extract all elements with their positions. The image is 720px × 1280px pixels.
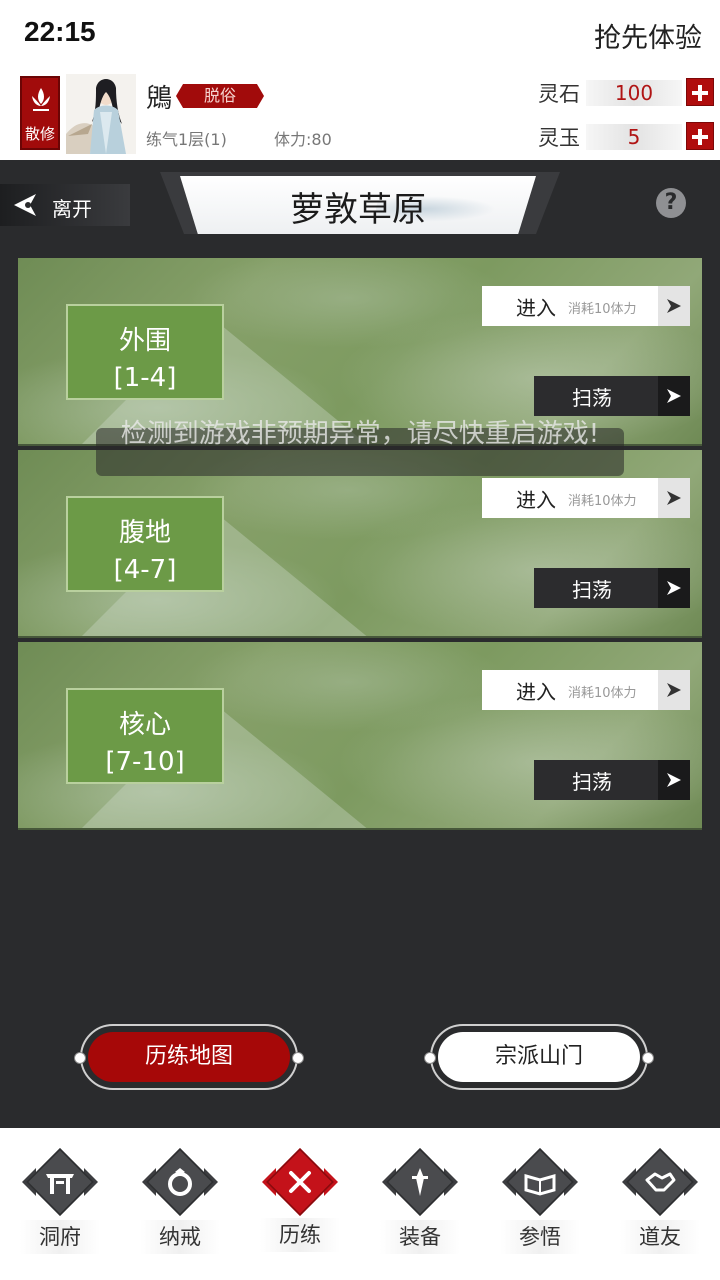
clock: 22:15 bbox=[24, 16, 96, 47]
sweep-label: 扫荡 bbox=[572, 386, 612, 410]
handshake-icon bbox=[645, 1172, 676, 1192]
arrow-right-icon bbox=[667, 683, 681, 697]
zone-label: 核心 [7-10] bbox=[66, 688, 224, 784]
early-access-label[interactable]: 抢先体验 bbox=[594, 16, 702, 55]
cave-gate-icon bbox=[46, 1174, 74, 1194]
arrow-right-icon bbox=[667, 581, 681, 595]
sweep-button[interactable]: 扫荡 bbox=[534, 760, 690, 800]
zone-name: 腹地 bbox=[118, 518, 171, 548]
sweep-label: 扫荡 bbox=[572, 578, 612, 602]
spirit-stone-value: 100 bbox=[586, 80, 682, 106]
help-button[interactable]: ? bbox=[656, 188, 686, 218]
enter-button[interactable]: 进入 消耗10体力 bbox=[482, 286, 690, 326]
sweep-button[interactable]: 扫荡 bbox=[534, 568, 690, 608]
sweep-button[interactable]: 扫荡 bbox=[534, 376, 690, 416]
error-toast: 检测到游戏非预期异常，请尽快重启游戏! bbox=[120, 419, 600, 449]
enter-button[interactable]: 进入 消耗10体力 bbox=[482, 670, 690, 710]
zone-name: 核心 bbox=[118, 710, 171, 740]
player-name: 鶂 bbox=[146, 84, 173, 114]
stamina-cost: 消耗10体力 bbox=[568, 494, 637, 509]
leave-button[interactable]: 离开 bbox=[0, 184, 130, 226]
spirit-stone-label: 灵石 bbox=[538, 82, 580, 106]
spirit-jade-resource: 灵玉 5 bbox=[538, 122, 714, 152]
arrow-right-icon bbox=[667, 773, 681, 787]
title-bar: 离开 萝敦草原 ? bbox=[0, 172, 720, 238]
nav-label: 道友 bbox=[620, 1220, 700, 1254]
arrow-right-icon bbox=[667, 299, 681, 313]
ring-icon bbox=[168, 1168, 192, 1196]
zone-level-range: [7-10] bbox=[105, 747, 185, 777]
zone-level-range: [4-7] bbox=[113, 555, 177, 585]
zone-card-hinterland: 腹地 [4-7] 进入 消耗10体力 扫荡 bbox=[18, 450, 702, 638]
page-title: 萝敦草原 bbox=[290, 190, 426, 230]
rank-tag: 脱俗 bbox=[176, 84, 264, 108]
sect-badge-label: 散修 bbox=[24, 125, 55, 143]
nav-equipment[interactable]: 装备 bbox=[360, 1128, 480, 1280]
nav-label: 历练 bbox=[260, 1218, 340, 1252]
zone-label: 外围 [1-4] bbox=[66, 304, 224, 400]
nav-label: 洞府 bbox=[20, 1220, 100, 1254]
add-spirit-stone-button[interactable] bbox=[686, 78, 714, 106]
zone-level-range: [1-4] bbox=[113, 363, 177, 393]
enter-button[interactable]: 进入 消耗10体力 bbox=[482, 478, 690, 518]
sweep-label: 扫荡 bbox=[572, 770, 612, 794]
nav-ring[interactable]: 纳戒 bbox=[120, 1128, 240, 1280]
cultivation-realm: 练气1层(1) bbox=[146, 130, 227, 149]
training-map-button[interactable]: 历练地图 bbox=[74, 1024, 304, 1090]
stamina-value: 体力:80 bbox=[274, 130, 332, 149]
sect-gate-label: 宗派山门 bbox=[438, 1032, 640, 1082]
sect-badge[interactable]: 散修 bbox=[20, 76, 60, 150]
spirit-jade-value: 5 bbox=[586, 124, 682, 150]
sect-gate-button[interactable]: 宗派山门 bbox=[424, 1024, 654, 1090]
spirit-jade-label: 灵玉 bbox=[538, 126, 580, 150]
enter-label: 进入 bbox=[516, 488, 556, 512]
add-spirit-jade-button[interactable] bbox=[686, 122, 714, 150]
crossed-swords-icon bbox=[289, 1171, 311, 1193]
arrow-right-icon bbox=[667, 389, 681, 403]
nav-training[interactable]: 历练 bbox=[240, 1128, 360, 1280]
nav-comprehend[interactable]: 参悟 bbox=[480, 1128, 600, 1280]
zone-name: 外围 bbox=[118, 326, 171, 356]
nav-label: 装备 bbox=[380, 1220, 460, 1254]
training-map-label: 历练地图 bbox=[88, 1032, 290, 1082]
stamina-cost: 消耗10体力 bbox=[568, 686, 637, 701]
stamina-cost: 消耗10体力 bbox=[568, 302, 637, 317]
zone-label: 腹地 [4-7] bbox=[66, 496, 224, 592]
open-book-icon bbox=[524, 1174, 556, 1196]
back-arrow-icon bbox=[14, 194, 36, 216]
enter-label: 进入 bbox=[516, 680, 556, 704]
status-bar: 22:15 抢先体验 bbox=[0, 0, 720, 66]
nav-cave[interactable]: 洞府 bbox=[0, 1128, 120, 1280]
avatar[interactable] bbox=[66, 74, 136, 154]
dagger-icon bbox=[412, 1168, 428, 1196]
character-portrait-icon bbox=[66, 79, 126, 154]
enter-label: 进入 bbox=[516, 296, 556, 320]
leave-label: 离开 bbox=[52, 197, 92, 221]
arrow-right-icon bbox=[667, 491, 681, 505]
zone-card-core: 核心 [7-10] 进入 消耗10体力 扫荡 bbox=[18, 642, 702, 830]
nav-friends[interactable]: 道友 bbox=[600, 1128, 720, 1280]
bottom-nav: 洞府 纳戒 历练 装备 参悟 道友 bbox=[0, 1128, 720, 1280]
nav-label: 纳戒 bbox=[140, 1220, 220, 1254]
nav-label: 参悟 bbox=[500, 1220, 580, 1254]
spirit-stone-resource: 灵石 100 bbox=[538, 78, 714, 108]
lotus-icon bbox=[32, 88, 50, 111]
player-header: 散修 鶂 脱俗 练气1层(1) 体力:80 灵石 100 灵玉 5 bbox=[0, 66, 720, 160]
